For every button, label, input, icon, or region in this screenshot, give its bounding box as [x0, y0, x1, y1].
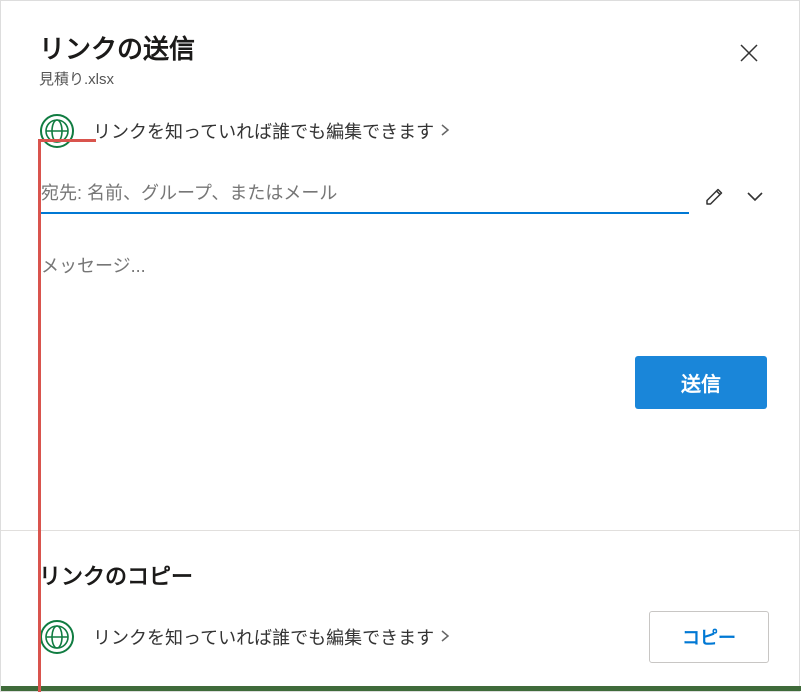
excel-app-bar [1, 686, 801, 691]
annotation-line-horizontal [38, 139, 96, 142]
close-button[interactable] [733, 37, 765, 69]
permission-label: リンクを知っていれば誰でも編集できます [93, 118, 434, 144]
copy-permission-label: リンクを知っていれば誰でも編集できます [93, 624, 434, 650]
send-button[interactable]: 送信 [635, 356, 767, 409]
close-icon [738, 42, 760, 64]
recipient-options-dropdown[interactable] [741, 182, 769, 210]
send-link-section: リンクの送信 見積り.xlsx リンクを知っていれば誰でも [1, 1, 799, 530]
dialog-filename: 見積り.xlsx [39, 68, 195, 89]
recipient-row [39, 177, 769, 214]
permission-settings-link[interactable]: リンクを知っていれば誰でも編集できます [39, 113, 769, 149]
dialog-header: リンクの送信 見積り.xlsx [39, 29, 769, 113]
edit-recipient-button[interactable] [701, 182, 729, 210]
copy-button[interactable]: コピー [649, 611, 769, 663]
copy-link-section: リンクのコピー リンクを知っていれば誰でも編集できます [1, 531, 799, 691]
annotation-line-vertical [38, 139, 41, 692]
pencil-icon [704, 185, 726, 207]
chevron-right-icon [440, 629, 450, 646]
chevron-right-icon [440, 123, 450, 140]
globe-icon [39, 113, 75, 149]
copy-permission-text: リンクを知っていれば誰でも編集できます [93, 624, 450, 650]
copy-permission-settings-link[interactable]: リンクを知っていれば誰でも編集できます [39, 619, 450, 655]
recipient-input[interactable] [39, 177, 689, 214]
message-input[interactable] [39, 248, 769, 277]
chevron-down-icon [746, 190, 764, 202]
globe-icon [39, 619, 75, 655]
permission-text: リンクを知っていれば誰でも編集できます [93, 118, 450, 144]
dialog-title: リンクの送信 [39, 29, 195, 66]
share-link-dialog: リンクの送信 見積り.xlsx リンクを知っていれば誰でも [0, 0, 800, 692]
copy-link-title: リンクのコピー [39, 559, 769, 591]
